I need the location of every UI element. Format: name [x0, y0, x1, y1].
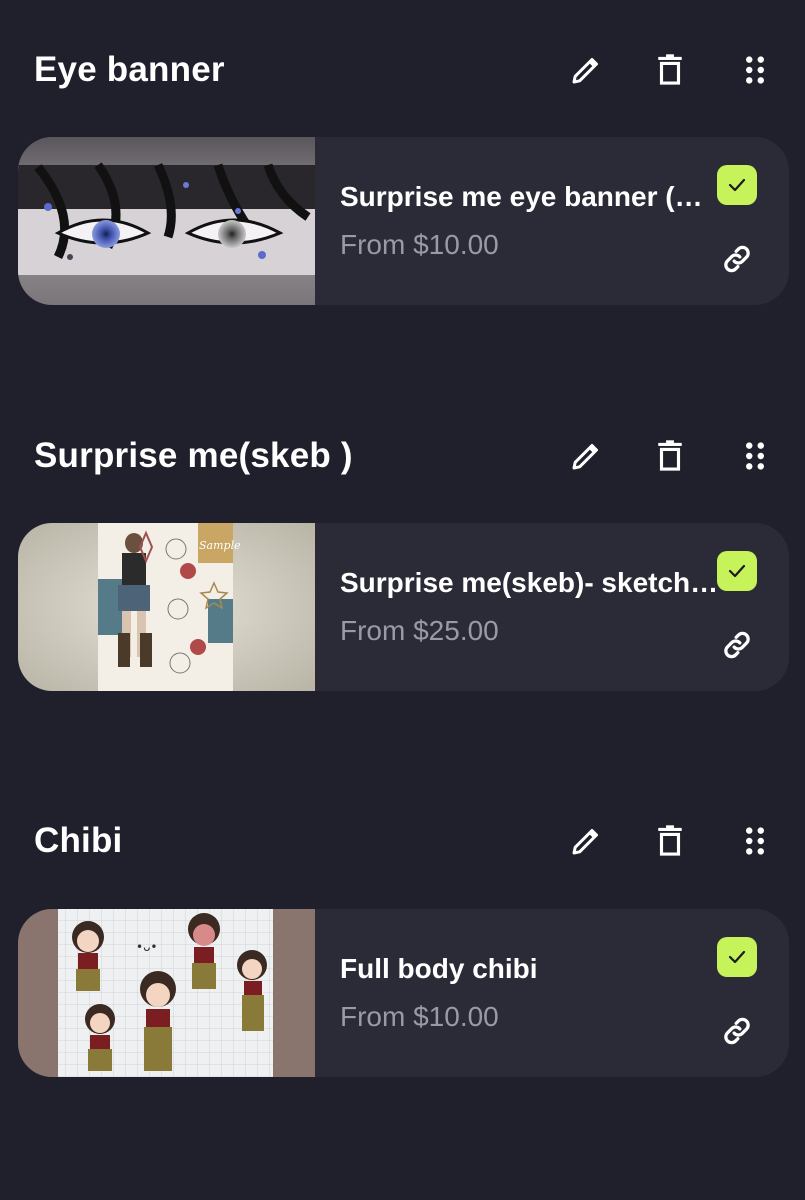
drag-handle-icon [746, 56, 764, 84]
delete-button[interactable] [642, 42, 698, 98]
pencil-icon [572, 829, 598, 855]
product-title: Surprise me(skeb)- sketch… [340, 567, 719, 598]
pencil-icon [572, 444, 598, 470]
link-icon [724, 1017, 750, 1045]
edit-button[interactable] [558, 42, 614, 98]
pencil-icon [572, 58, 598, 84]
trash-icon [658, 825, 682, 856]
visibility-toggle[interactable] [717, 165, 757, 205]
check-icon [728, 178, 746, 192]
trash-icon [658, 440, 682, 471]
product-title: Full body chibi [340, 953, 538, 984]
chibi-thumbnail: •ᴗ• [18, 909, 315, 1077]
trash-icon [658, 54, 682, 85]
copy-link-button[interactable] [715, 623, 759, 667]
svg-text:•ᴗ•: •ᴗ• [136, 940, 158, 954]
drag-handle-button[interactable] [727, 813, 783, 869]
product-card[interactable]: Sample Surprise me(skeb)- sketch… From $… [18, 523, 789, 691]
edit-button[interactable] [558, 428, 614, 484]
visibility-toggle[interactable] [717, 937, 757, 977]
product-title: Surprise me eye banner (… [340, 181, 703, 212]
section-chibi: Chibi [0, 813, 805, 873]
section-surprise-me-skeb: Surprise me(skeb ) [0, 428, 805, 488]
product-card[interactable]: •ᴗ• Full body chibi From $10.00 [18, 909, 789, 1077]
sample-watermark: Sample [199, 539, 241, 552]
sketch-sample-thumbnail: Sample [18, 523, 315, 691]
product-card[interactable]: Surprise me eye banner (… From $10.00 [18, 137, 789, 305]
link-icon [724, 631, 750, 659]
drag-handle-button[interactable] [727, 428, 783, 484]
section-header: Surprise me(skeb ) [0, 428, 805, 488]
product-price: From $10.00 [340, 229, 499, 260]
check-icon [728, 564, 746, 578]
check-icon [728, 950, 746, 964]
delete-button[interactable] [642, 428, 698, 484]
edit-button[interactable] [558, 813, 614, 869]
drag-handle-icon [746, 827, 764, 855]
drag-handle-button[interactable] [727, 42, 783, 98]
section-eye-banner: Eye banner [0, 42, 805, 102]
visibility-toggle[interactable] [717, 551, 757, 591]
copy-link-button[interactable] [715, 237, 759, 281]
copy-link-button[interactable] [715, 1009, 759, 1053]
section-title: Surprise me(skeb ) [34, 436, 353, 475]
product-price: From $10.00 [340, 1001, 499, 1032]
delete-button[interactable] [642, 813, 698, 869]
link-icon [724, 245, 750, 273]
drag-handle-icon [746, 442, 764, 470]
section-title: Eye banner [34, 50, 225, 89]
eye-banner-thumbnail [18, 137, 315, 305]
section-title: Chibi [34, 821, 123, 860]
section-header: Eye banner [0, 42, 805, 102]
product-price: From $25.00 [340, 615, 499, 646]
section-header: Chibi [0, 813, 805, 873]
